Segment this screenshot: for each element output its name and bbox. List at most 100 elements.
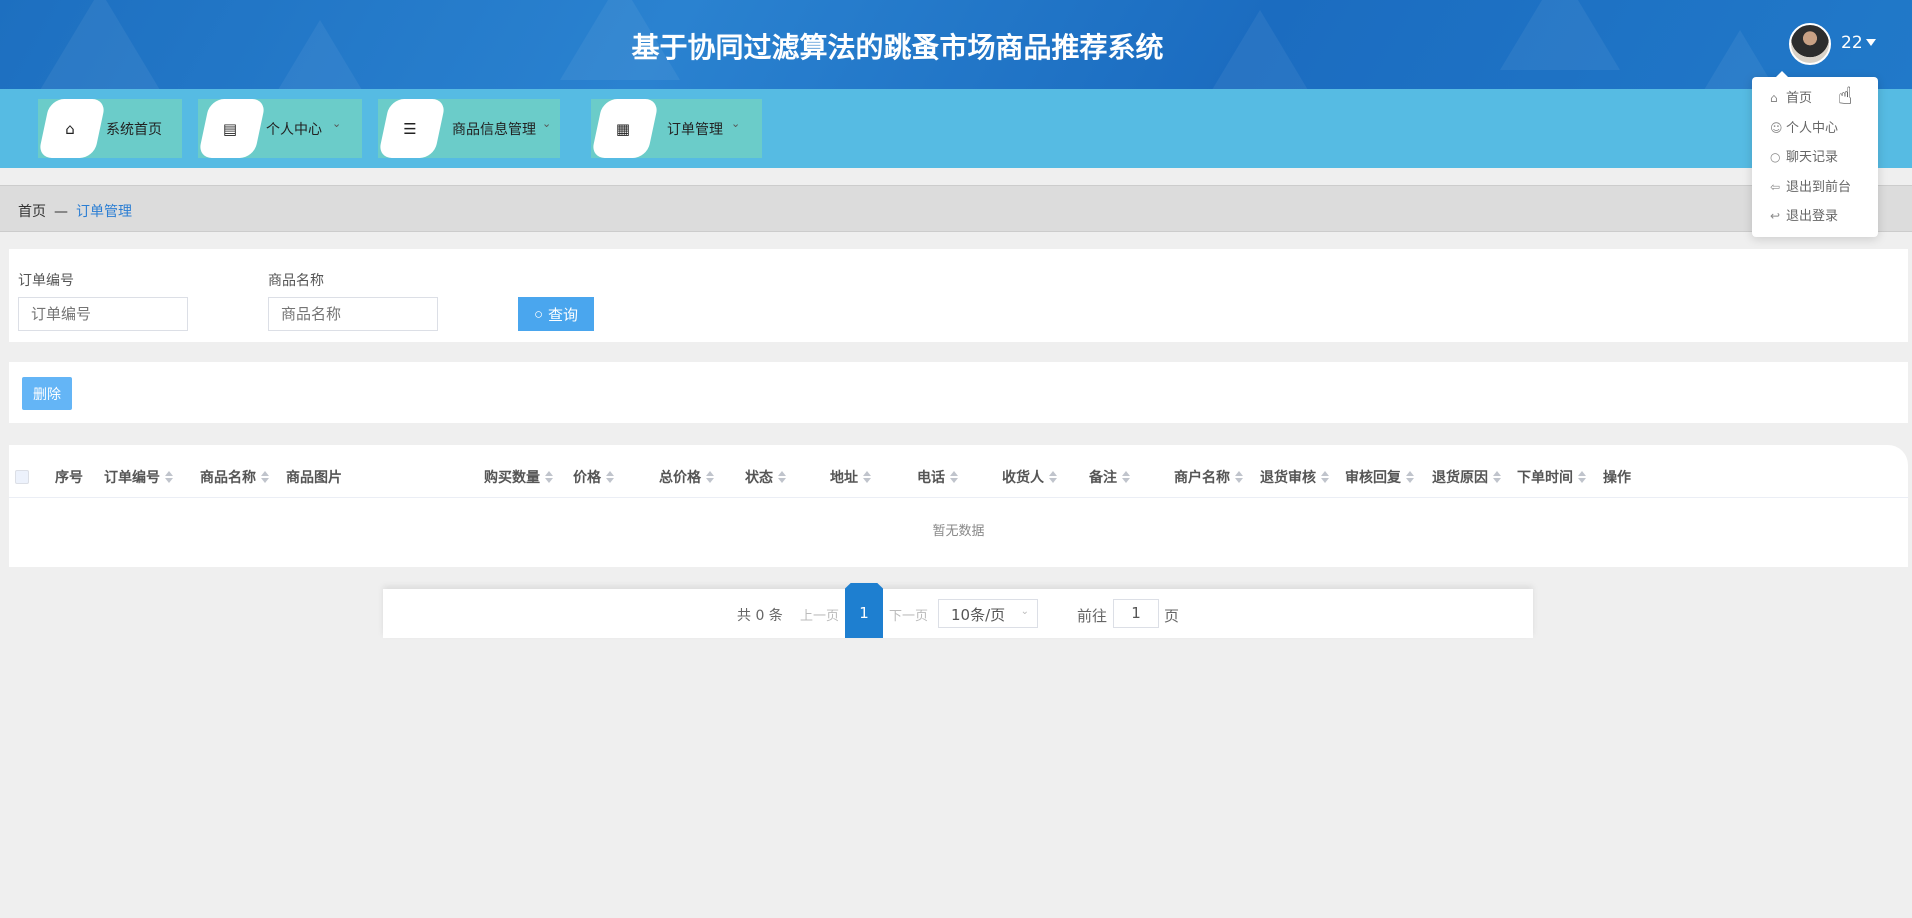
sort-icon[interactable]	[950, 471, 958, 483]
column-header-label: 审核回复	[1345, 470, 1401, 486]
column-header[interactable]: 总价格	[659, 467, 714, 487]
orders-table: 序号 订单编号 商品名称 商品图片 购买数量 价格 总价格 状态 地址 电话 收货人 备注 商户名称 退货…	[9, 445, 1908, 567]
page-size-value: 10条/页	[951, 606, 1006, 624]
breadcrumb-home[interactable]: 首页	[18, 204, 46, 220]
sort-icon[interactable]	[261, 471, 269, 483]
sort-icon[interactable]	[165, 471, 173, 483]
divider	[9, 497, 1908, 498]
total-count: 共 0 条	[737, 608, 783, 624]
page-size-select[interactable]: 10条/页 ⌄	[938, 599, 1038, 628]
sort-icon[interactable]	[1406, 471, 1414, 483]
column-header[interactable]: 退货审核	[1260, 467, 1329, 487]
sort-icon[interactable]	[1235, 471, 1243, 483]
nav-item-personal[interactable]: ▤ 个人中心 ⌄	[197, 99, 362, 158]
user-menu-label: 退出到前台	[1786, 179, 1852, 195]
column-header-label: 订单编号	[104, 470, 160, 486]
search-button[interactable]: ○ 查询	[518, 297, 594, 331]
nav-item-products[interactable]: ☰ 商品信息管理 ⌄	[377, 99, 560, 158]
user-menu-item[interactable]: ⇦ 退出到前台	[1752, 173, 1878, 203]
order-no-input[interactable]	[18, 297, 188, 331]
select-all-checkbox[interactable]	[15, 470, 29, 484]
goto-page-input[interactable]: 1	[1113, 599, 1159, 628]
avatar[interactable]	[1789, 23, 1831, 65]
nav-label: 订单管理	[667, 122, 723, 138]
grid-icon: ▦	[615, 120, 631, 138]
sort-icon[interactable]	[778, 471, 786, 483]
column-header[interactable]: 退货原因	[1432, 467, 1501, 487]
card-icon: ▤	[222, 120, 238, 138]
sort-icon[interactable]	[706, 471, 714, 483]
sort-icon[interactable]	[1122, 471, 1130, 483]
product-name-input[interactable]	[268, 297, 438, 331]
column-header-label: 退货原因	[1432, 470, 1488, 486]
user-dropdown-menu: ⌂ 首页 ☺ 个人中心 ○ 聊天记录 ⇦ 退出到前台 ↩ 退出登录	[1752, 71, 1878, 237]
column-header: 操作	[1603, 467, 1631, 487]
column-header[interactable]: 商品名称	[200, 467, 269, 487]
column-header-label: 价格	[573, 470, 601, 486]
app-title: 基于协同过滤算法的跳蚤市场商品推荐系统	[631, 31, 1164, 64]
column-header-label: 收货人	[1002, 470, 1044, 486]
page-button-current[interactable]: 1	[845, 583, 883, 638]
column-header-label: 商品名称	[200, 470, 256, 486]
column-header-label: 操作	[1603, 470, 1631, 486]
column-header[interactable]: 下单时间	[1517, 467, 1586, 487]
main-nav: ⌂ 系统首页 ▤ 个人中心 ⌄ ☰ 商品信息管理 ⌄ ▦ 订单管理 ⌄	[0, 89, 1912, 168]
column-header[interactable]: 购买数量	[484, 467, 553, 487]
empty-text: 暂无数据	[932, 524, 985, 539]
spacer	[0, 168, 1912, 185]
action-panel	[9, 362, 1908, 423]
user-menu-item[interactable]: ☺ 个人中心	[1752, 114, 1878, 144]
column-header[interactable]: 订单编号	[104, 467, 173, 487]
search-button-label: 查询	[548, 306, 579, 324]
breadcrumb-separator: —	[54, 204, 68, 220]
column-header-label: 电话	[917, 470, 945, 486]
column-header-label: 下单时间	[1517, 470, 1573, 486]
user-menu-label: 聊天记录	[1786, 150, 1839, 165]
back-arrow-icon: ⇦	[1770, 179, 1781, 194]
nav-label: 个人中心	[266, 122, 322, 138]
prev-page-button[interactable]: 上一页	[800, 605, 839, 624]
breadcrumb: 首页 — 订单管理	[0, 185, 1912, 232]
column-header-label: 备注	[1089, 470, 1117, 486]
user-menu-item[interactable]: ⌂ 首页	[1752, 84, 1878, 114]
delete-button[interactable]: 删除	[22, 377, 72, 410]
column-header[interactable]: 商户名称	[1174, 467, 1243, 487]
top-header: 基于协同过滤算法的跳蚤市场商品推荐系统 22	[0, 0, 1912, 89]
home-icon: ⌂	[1770, 91, 1778, 105]
user-icon: ☺	[1770, 120, 1783, 135]
sort-icon[interactable]	[1578, 471, 1586, 483]
column-header[interactable]: 价格	[573, 467, 614, 487]
sort-icon[interactable]	[1493, 471, 1501, 483]
column-header-label: 地址	[830, 470, 858, 486]
nav-item-orders[interactable]: ▦ 订单管理 ⌄	[590, 99, 762, 158]
user-menu-label: 首页	[1786, 91, 1813, 106]
user-menu-item[interactable]: ↩ 退出登录	[1752, 202, 1878, 232]
username[interactable]: 22	[1841, 33, 1863, 53]
hand-cursor-icon: ☝	[1838, 82, 1853, 110]
chevron-down-icon: ⌄	[731, 117, 741, 130]
sort-icon[interactable]	[1049, 471, 1057, 483]
column-header: 商品图片	[286, 467, 342, 487]
next-page-button[interactable]: 下一页	[889, 605, 928, 624]
column-header[interactable]: 收货人	[1002, 467, 1057, 487]
column-header-label: 商品图片	[286, 470, 342, 486]
sort-icon[interactable]	[545, 471, 553, 483]
column-header[interactable]: 地址	[830, 467, 871, 487]
sort-icon[interactable]	[863, 471, 871, 483]
sort-icon[interactable]	[1321, 471, 1329, 483]
column-header[interactable]: 状态	[745, 467, 786, 487]
column-header[interactable]: 审核回复	[1345, 467, 1414, 487]
column-header[interactable]: 电话	[917, 467, 958, 487]
sort-icon[interactable]	[606, 471, 614, 483]
column-header: 序号	[55, 467, 83, 487]
nav-label: 商品信息管理	[452, 122, 536, 138]
goto-suffix: 页	[1164, 607, 1180, 625]
chevron-down-icon: ⌄	[1020, 606, 1029, 617]
sliders-icon: ☰	[403, 120, 417, 138]
nav-item-home[interactable]: ⌂ 系统首页	[37, 99, 182, 158]
column-header[interactable]: 备注	[1089, 467, 1130, 487]
goto-label: 前往	[1077, 607, 1108, 625]
caret-down-icon[interactable]	[1866, 39, 1876, 46]
home-icon: ⌂	[65, 120, 75, 138]
user-menu-item[interactable]: ○ 聊天记录	[1752, 143, 1878, 173]
